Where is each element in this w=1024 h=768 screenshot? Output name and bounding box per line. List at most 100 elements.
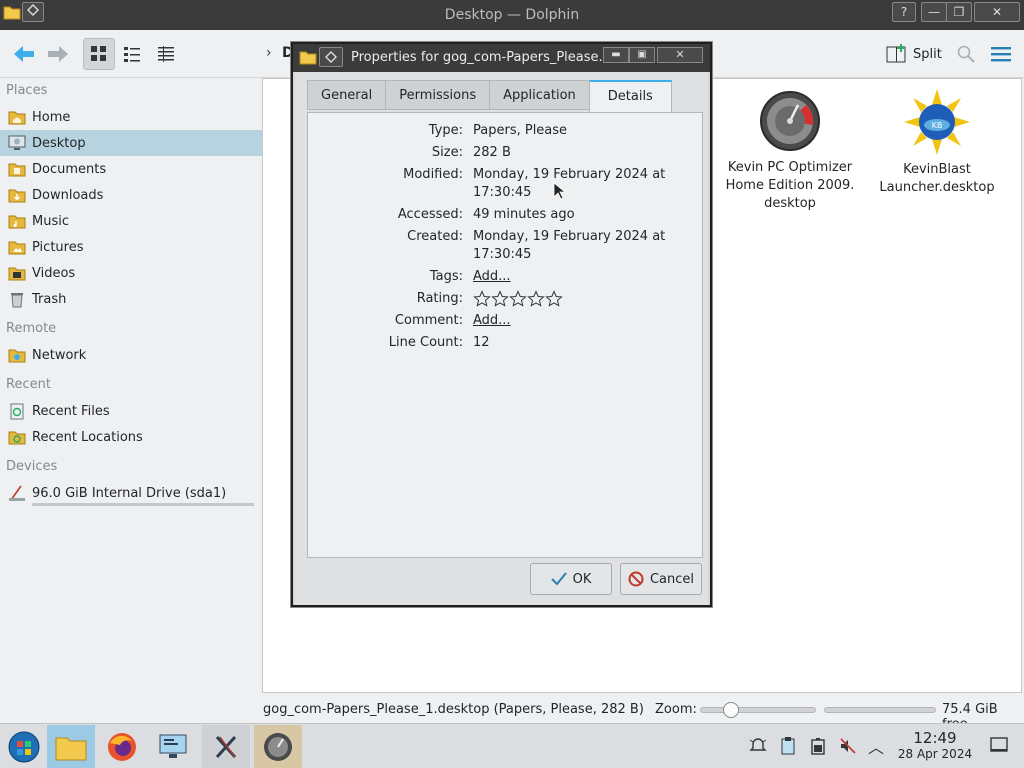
accessed-label: Accessed: <box>397 207 463 222</box>
sidebar-item-trash[interactable]: Trash <box>0 286 262 312</box>
dialog-close-button[interactable]: ✕ <box>657 47 703 63</box>
drive-usage-bar <box>32 503 254 506</box>
type-value: Papers, Please <box>473 123 568 138</box>
star-icon <box>545 290 563 307</box>
volume-muted-icon[interactable] <box>838 736 858 760</box>
pictures-folder-icon <box>8 241 26 255</box>
file-name-line: Home Edition 2009. <box>725 178 855 193</box>
tab-application[interactable]: Application <box>489 80 589 110</box>
add-tags-link[interactable]: Add... <box>473 268 673 286</box>
sidebar-item-music[interactable]: Music <box>0 208 262 234</box>
size-label: Size: <box>431 145 463 160</box>
split-label: Split <box>913 46 942 62</box>
sidebar-item-recent-files[interactable]: Recent Files <box>0 398 262 424</box>
dialog-title: Properties for gog_com-Papers_Please... <box>351 50 611 65</box>
start-orb-icon <box>8 731 40 763</box>
start-button[interactable] <box>0 725 48 768</box>
clock-time: 12:49 <box>913 729 957 747</box>
rating-stars[interactable] <box>473 290 673 314</box>
file-name-line: Kevin PC Optimizer <box>727 160 853 175</box>
split-button[interactable]: Split <box>886 38 942 70</box>
file-name-line: KevinBlast <box>903 162 971 177</box>
sidebar-item-videos[interactable]: Videos <box>0 260 262 286</box>
sidebar-item-pictures[interactable]: Pictures <box>0 234 262 260</box>
compact-view-button[interactable] <box>116 38 148 70</box>
forward-button[interactable] <box>42 38 74 70</box>
zoom-slider[interactable] <box>700 702 816 718</box>
sidebar-item-home[interactable]: Home <box>0 104 262 130</box>
file-name-line: Launcher.desktop <box>879 180 995 195</box>
sidebar-item-drive[interactable]: 96.0 GiB Internal Drive (sda1) <box>0 480 262 506</box>
minimize-button[interactable]: — <box>921 2 947 22</box>
ok-button[interactable]: OK <box>530 563 612 595</box>
sidebar-item-label: Network <box>32 347 87 363</box>
created-time: 17:30:45 <box>473 247 532 262</box>
details-view-button[interactable] <box>150 38 182 70</box>
zoom-slider-handle[interactable] <box>723 702 739 718</box>
created-date: Monday, 19 February 2024 at <box>473 229 666 244</box>
dialog-menu-button[interactable] <box>319 47 343 67</box>
file-name-line: desktop <box>764 196 816 211</box>
modified-label: Modified: <box>403 167 463 182</box>
file-item[interactable]: Kevin PC Optimizer Home Edition 2009. de… <box>720 89 860 213</box>
sidebar-item-label: Videos <box>32 265 76 281</box>
star-icon <box>491 290 509 307</box>
notifications-icon[interactable] <box>748 736 768 760</box>
dialog-titlebar[interactable]: Properties for gog_com-Papers_Please... … <box>293 44 710 72</box>
sidebar-item-label: Pictures <box>32 239 84 255</box>
taskbar-system-settings[interactable] <box>150 725 198 768</box>
sidebar-item-network[interactable]: Network <box>0 342 262 368</box>
back-button[interactable] <box>8 38 40 70</box>
search-button[interactable] <box>950 38 982 70</box>
taskbar-dolphin[interactable] <box>47 725 95 768</box>
window-title: Desktop — Dolphin <box>444 7 580 23</box>
file-item[interactable]: KB KevinBlast Launcher.desktop <box>867 89 1007 197</box>
clipboard-icon[interactable] <box>778 736 798 760</box>
sidebar-item-desktop[interactable]: Desktop <box>0 130 262 156</box>
sidebar-item-label: Downloads <box>32 187 104 203</box>
tab-permissions[interactable]: Permissions <box>385 80 490 110</box>
arrow-left-icon <box>14 46 34 62</box>
x-letter-icon <box>215 735 237 759</box>
hamburger-menu-button[interactable] <box>985 38 1017 70</box>
add-comment-link[interactable]: Add... <box>473 312 673 330</box>
close-button[interactable]: ✕ <box>974 2 1020 22</box>
clock[interactable]: 12:49 28 Apr 2024 <box>895 730 975 762</box>
cancel-button[interactable]: Cancel <box>620 563 702 595</box>
tab-details[interactable]: Details <box>588 80 672 112</box>
type-label: Type: <box>428 123 463 138</box>
taskbar-optimizer[interactable] <box>254 725 302 768</box>
properties-dialog[interactable]: Properties for gog_com-Papers_Please... … <box>291 42 712 607</box>
tray-expand-icon[interactable]: ︿ <box>868 734 884 758</box>
recent-locations-icon <box>8 431 26 445</box>
taskbar-firefox[interactable] <box>98 725 146 768</box>
firefox-icon <box>108 733 136 761</box>
size-value: 282 B <box>473 145 511 160</box>
dialog-minimize-button[interactable]: ▬ <box>603 47 629 63</box>
cancel-icon <box>628 571 644 587</box>
sidebar-item-downloads[interactable]: Downloads <box>0 182 262 208</box>
tab-general[interactable]: General <box>307 80 386 110</box>
section-devices: Devices <box>6 459 58 474</box>
help-button[interactable]: ? <box>892 2 916 22</box>
details-panel: Type: Papers, Please Size: 282 B Modifie… <box>307 112 703 558</box>
restore-button[interactable]: ❐ <box>946 2 972 22</box>
icons-view-button[interactable] <box>83 38 115 70</box>
sun-globe-icon: KB <box>904 89 970 155</box>
sidebar-item-recent-locations[interactable]: Recent Locations <box>0 424 262 450</box>
window-titlebar[interactable]: Desktop — Dolphin ? — ❐ ✕ <box>0 0 1024 30</box>
dialog-maximize-button[interactable]: ▣ <box>629 47 655 63</box>
line-count-label: Line Count: <box>388 335 463 350</box>
taskbar-text-editor[interactable] <box>202 725 250 768</box>
created-label: Created: <box>407 229 463 244</box>
status-text: gog_com-Papers_Please_1.desktop (Papers,… <box>263 702 644 717</box>
sidebar-item-label: Trash <box>32 291 67 307</box>
zoom-label: Zoom: <box>655 702 697 717</box>
search-icon <box>957 45 975 63</box>
diamond-icon <box>325 51 337 63</box>
dialog-tabs: General Permissions Application Details <box>307 80 672 112</box>
sidebar-item-documents[interactable]: Documents <box>0 156 262 182</box>
show-desktop-button[interactable] <box>990 737 1008 757</box>
modified-date: Monday, 19 February 2024 at <box>473 167 666 182</box>
battery-icon[interactable] <box>808 736 828 760</box>
